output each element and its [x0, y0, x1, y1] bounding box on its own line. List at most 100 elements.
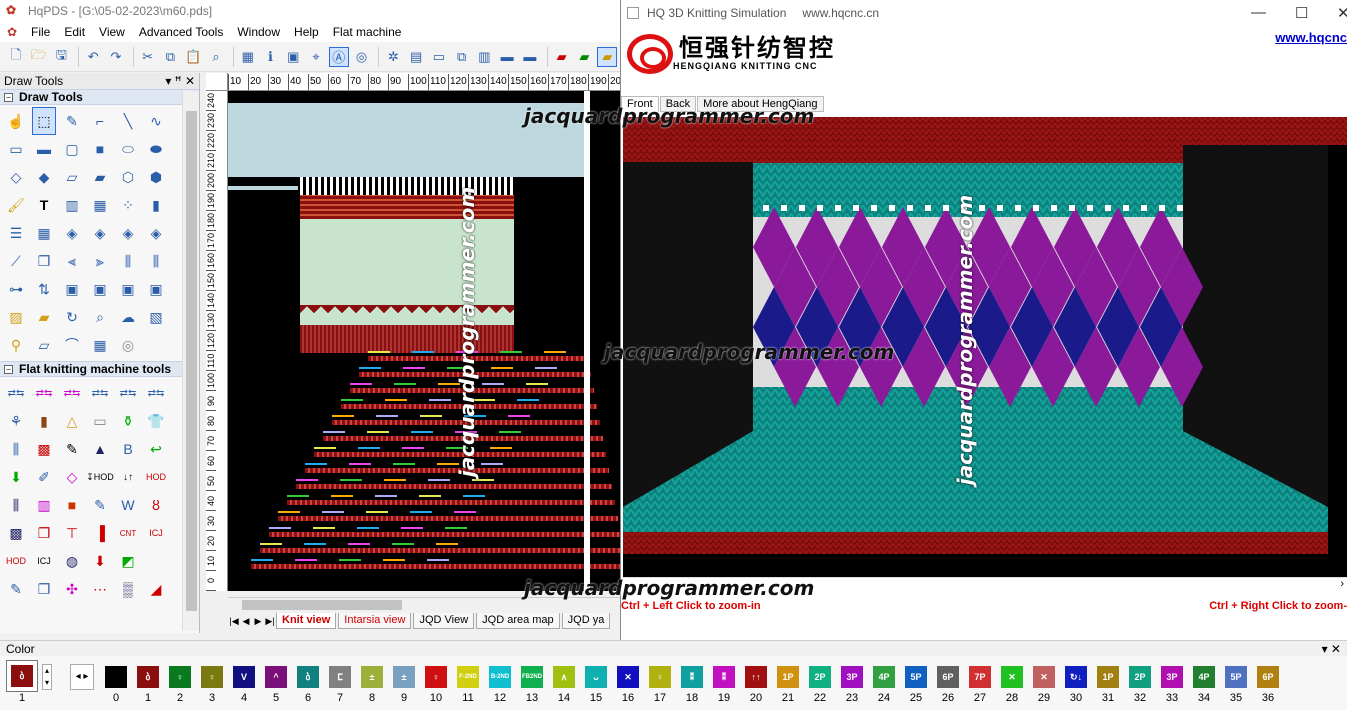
align-right-icon[interactable]: ⫼ [144, 247, 168, 275]
transfer2-icon[interactable]: ⇄⇆ [32, 379, 56, 407]
book-icon[interactable]: ▮ [32, 407, 56, 435]
copy-tool-icon[interactable]: ❐ [32, 247, 56, 275]
stripes-icon[interactable]: ▥ [32, 491, 56, 519]
circle-tool-icon[interactable]: ◎ [352, 47, 372, 67]
color-swatch[interactable]: FB2ND [521, 666, 543, 688]
tab-prev-icon[interactable]: ◀ [240, 616, 252, 627]
fill-icon[interactable]: ◈ [60, 219, 84, 247]
redo-icon[interactable]: ↷ [106, 47, 126, 67]
color-swatch[interactable]: ✕ [1033, 666, 1055, 688]
bars-icon[interactable]: ▮ [144, 191, 168, 219]
tab-jqd-yarn[interactable]: JQD ya [561, 613, 611, 629]
round-rect-icon[interactable]: ▢ [60, 135, 84, 163]
menu-help[interactable]: Help [287, 25, 326, 39]
refresh-icon[interactable]: ↻ [60, 303, 84, 331]
settings-icon[interactable]: ✲ [383, 47, 403, 67]
eraser-icon[interactable]: ▰ [32, 303, 56, 331]
pattern-icon[interactable]: ▩ [4, 519, 28, 547]
brush-icon[interactable]: 🖌 [4, 191, 28, 219]
menu-flat-machine[interactable]: Flat machine [326, 25, 409, 39]
brush-tool-icon[interactable]: ✎ [60, 435, 84, 463]
color-swatch[interactable]: ⁑ [713, 666, 735, 688]
scroll-right-icon[interactable]: › [1340, 578, 1344, 590]
down-arrow-icon[interactable]: ⬇ [4, 463, 28, 491]
color-swatch[interactable]: ბ [137, 666, 159, 688]
stitch-icon[interactable]: ȣ [144, 491, 168, 519]
hscroll-thumb[interactable] [242, 600, 402, 610]
copy-icon[interactable]: ⧉ [161, 47, 181, 67]
w-icon[interactable]: W [116, 491, 140, 519]
bag-icon[interactable]: ⚱ [116, 407, 140, 435]
needles-icon[interactable]: ⫼ [4, 435, 28, 463]
arrows-icon[interactable]: ↓↑ [116, 463, 140, 491]
edit-tool-icon[interactable]: ✎ [4, 575, 28, 603]
align-bottom-icon[interactable]: ⫼ [116, 247, 140, 275]
blocks-icon[interactable]: ▦ [32, 219, 56, 247]
color-swatch[interactable]: ♀ [169, 666, 191, 688]
color-swatch[interactable]: 6P [1257, 666, 1279, 688]
polygon-icon[interactable]: ⬡ [116, 163, 140, 191]
color-swatch[interactable] [105, 666, 127, 688]
menu-view[interactable]: View [92, 25, 132, 39]
swap-color-icon[interactable]: ◩ [116, 547, 140, 575]
color-swatch[interactable]: ᴗ [585, 666, 607, 688]
minimize-icon[interactable]: — [1251, 4, 1266, 21]
dots-icon[interactable]: ⁘ [116, 191, 140, 219]
yarn-icon[interactable]: ⚘ [4, 407, 28, 435]
color-swatch[interactable]: ± [393, 666, 415, 688]
color-swatch[interactable]: 4P [1193, 666, 1215, 688]
transfer3-icon[interactable]: ⇄⇆ [60, 379, 84, 407]
parallelogram-fill-icon[interactable]: ▰ [88, 163, 112, 191]
grid-tool-icon[interactable]: ▦ [88, 191, 112, 219]
menu-advanced-tools[interactable]: Advanced Tools [132, 25, 231, 39]
return-icon[interactable]: ↩ [144, 435, 168, 463]
cnt-icon[interactable]: CNT [116, 519, 140, 547]
section-draw-tools[interactable]: − Draw Tools [0, 89, 199, 105]
color-swatch[interactable]: B-2ND [489, 666, 511, 688]
distribute-icon[interactable]: ⊶ [4, 275, 28, 303]
open-folder-icon[interactable]: 🗁 [29, 47, 49, 67]
triangle-tool-icon[interactable]: △ [60, 407, 84, 435]
color-swatch[interactable]: 2P [809, 666, 831, 688]
color-swatch[interactable]: ^ [265, 666, 287, 688]
hod2-icon[interactable]: HOD [144, 463, 168, 491]
monitor2-icon[interactable]: ▬ [520, 47, 540, 67]
copy-tool2-icon[interactable]: ❐ [32, 575, 56, 603]
frame2-icon[interactable]: ▣ [88, 275, 112, 303]
collapse-icon[interactable]: − [4, 92, 13, 102]
color-swatch[interactable]: 1P [777, 666, 799, 688]
layer-icon[interactable]: ▤ [406, 47, 426, 67]
select-rect-icon[interactable]: ⬚ [32, 107, 56, 135]
window-icon[interactable]: ▭ [429, 47, 449, 67]
shirt-icon[interactable]: 👕 [144, 407, 168, 435]
tab-knit-view[interactable]: Knit view [276, 613, 337, 629]
color-swatch[interactable]: 5P [1225, 666, 1247, 688]
cone-icon[interactable]: ▲ [88, 435, 112, 463]
split-icon[interactable]: ⊤ [60, 519, 84, 547]
icon-view-icon[interactable]: ▣ [283, 47, 303, 67]
rect-outline-icon[interactable]: ▭ [4, 135, 28, 163]
align-left-icon[interactable]: ⫷ [60, 247, 84, 275]
close-icon[interactable]: ✕ [1337, 4, 1347, 22]
icj2-icon[interactable]: ICJ [32, 547, 56, 575]
target-icon[interactable]: ◎ [116, 331, 140, 359]
undo-icon[interactable]: ↶ [83, 47, 103, 67]
frame-icon[interactable]: ▣ [60, 275, 84, 303]
corner-icon[interactable]: ◢ [144, 575, 168, 603]
pencil-icon[interactable]: ✎ [60, 107, 84, 135]
step-line-icon[interactable]: ⌐ [88, 107, 112, 135]
color-swatch[interactable]: ♀ [425, 666, 447, 688]
shape-tool-icon[interactable]: Ⓐ [328, 46, 349, 67]
color-swatch[interactable]: 1P [1097, 666, 1119, 688]
color-swatch[interactable]: 2P [1129, 666, 1151, 688]
columns-icon[interactable]: ▥ [60, 191, 84, 219]
copy-window-icon[interactable]: ⧉ [452, 47, 472, 67]
cross-tool-icon[interactable]: ✣ [60, 575, 84, 603]
color-bar-controls[interactable]: ▾ ✕ [1322, 642, 1341, 656]
chip-icon[interactable]: ▩ [32, 435, 56, 463]
needle-icon[interactable]: ✎ [88, 491, 112, 519]
ellipse-fill-icon[interactable]: ⬬ [144, 135, 168, 163]
insert-b-icon[interactable]: B [116, 435, 140, 463]
color-swatch[interactable]: ♀ [649, 666, 671, 688]
fill4-icon[interactable]: ◈ [144, 219, 168, 247]
